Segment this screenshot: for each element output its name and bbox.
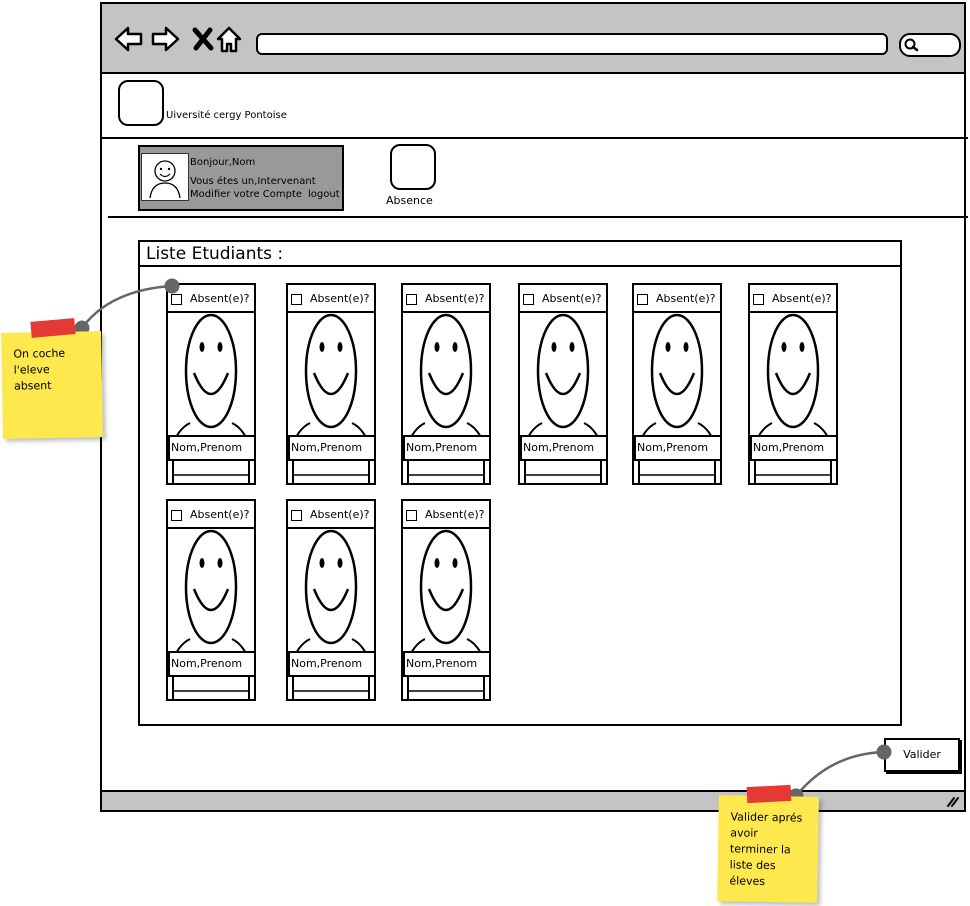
note-left-line-3: absent [13, 379, 52, 393]
sticky-note-right: Valider aprés avoir terminer la liste de… [717, 784, 819, 903]
note-right-line-5: éleves [729, 874, 766, 888]
note-right-line-2: avoir [730, 826, 758, 840]
note-left-line-2: l'eleve [13, 363, 50, 377]
annotation-arrows [74, 278, 892, 804]
sticky-tape [746, 784, 792, 804]
left-note-arrow [74, 278, 180, 336]
sticky-tape [30, 318, 76, 338]
note-left-line-1: On coche [13, 346, 66, 361]
right-note-arrow [788, 744, 892, 804]
note-right-line-3: terminer la [729, 842, 791, 857]
sticky-note-left: On coche l'eleve absent [1, 318, 103, 439]
note-right-line-1: Valider aprés [730, 810, 803, 825]
note-right-line-4: liste des [729, 858, 776, 873]
